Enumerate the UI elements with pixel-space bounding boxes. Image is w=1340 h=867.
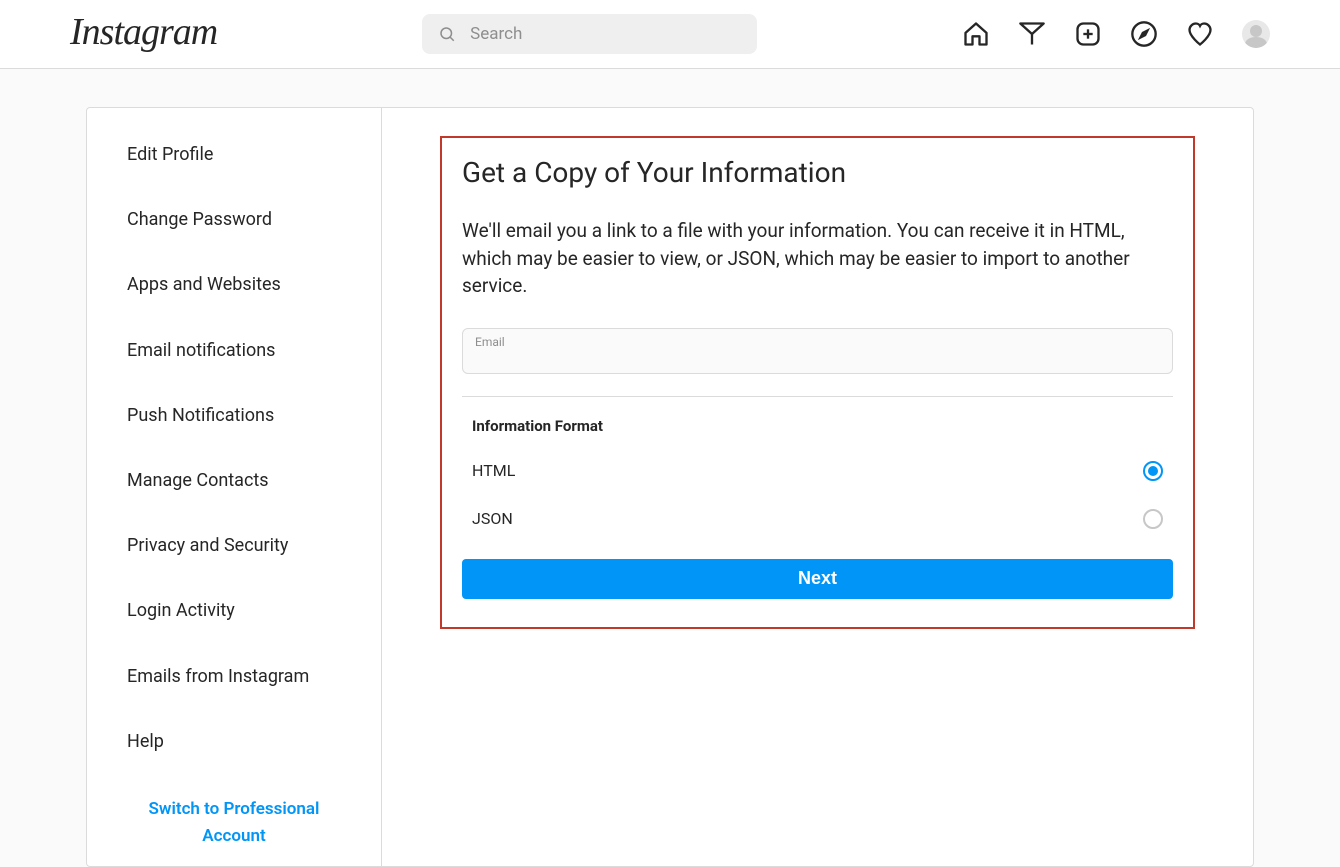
sidebar-item-manage-contacts[interactable]: Manage Contacts <box>87 454 381 507</box>
format-heading: Information Format <box>462 417 1173 435</box>
email-label: Email <box>475 335 1160 349</box>
sidebar-item-help[interactable]: Help <box>87 715 381 768</box>
new-post-icon[interactable] <box>1074 20 1102 48</box>
next-button[interactable]: Next <box>462 559 1173 599</box>
settings-container: Edit Profile Change Password Apps and We… <box>86 107 1254 867</box>
radio-icon <box>1143 509 1163 529</box>
format-option-html[interactable]: HTML <box>462 453 1173 489</box>
messenger-icon[interactable] <box>1018 20 1046 48</box>
email-field[interactable]: Email <box>462 328 1173 374</box>
activity-icon[interactable] <box>1186 20 1214 48</box>
top-nav: Instagram Search <box>0 0 1340 69</box>
sidebar-item-edit-profile[interactable]: Edit Profile <box>87 128 381 181</box>
profile-avatar[interactable] <box>1242 20 1270 48</box>
settings-content: Get a Copy of Your Information We'll ema… <box>382 108 1253 866</box>
sidebar-item-login-activity[interactable]: Login Activity <box>87 584 381 637</box>
explore-icon[interactable] <box>1130 20 1158 48</box>
divider <box>462 396 1173 397</box>
settings-sidebar: Edit Profile Change Password Apps and We… <box>87 108 382 866</box>
format-option-json[interactable]: JSON <box>462 501 1173 537</box>
download-data-panel: Get a Copy of Your Information We'll ema… <box>440 136 1195 629</box>
format-label: HTML <box>472 461 515 480</box>
page-title: Get a Copy of Your Information <box>462 156 1173 189</box>
sidebar-item-emails-from-instagram[interactable]: Emails from Instagram <box>87 650 381 703</box>
sidebar-item-email-notifications[interactable]: Email notifications <box>87 324 381 377</box>
home-icon[interactable] <box>962 20 990 48</box>
sidebar-item-change-password[interactable]: Change Password <box>87 193 381 246</box>
search-input[interactable]: Search <box>422 14 757 54</box>
search-placeholder: Search <box>470 24 522 44</box>
search-icon <box>438 25 456 43</box>
nav-icons <box>962 20 1270 48</box>
sidebar-item-privacy-security[interactable]: Privacy and Security <box>87 519 381 572</box>
format-label: JSON <box>472 509 513 528</box>
radio-icon <box>1143 461 1163 481</box>
sidebar-item-push-notifications[interactable]: Push Notifications <box>87 389 381 442</box>
page-description: We'll email you a link to a file with yo… <box>462 217 1173 300</box>
instagram-logo[interactable]: Instagram <box>70 10 217 54</box>
search-wrap: Search <box>217 14 962 54</box>
switch-professional-link[interactable]: Switch to Professional Account <box>87 780 381 866</box>
sidebar-item-apps-websites[interactable]: Apps and Websites <box>87 258 381 311</box>
